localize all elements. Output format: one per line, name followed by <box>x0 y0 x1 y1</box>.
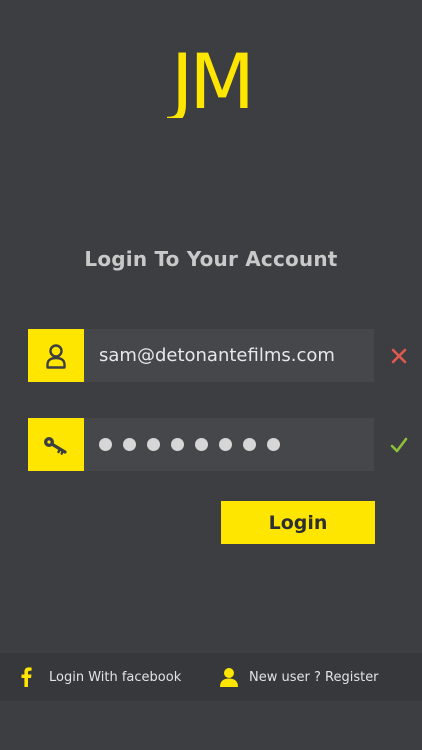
user-icon <box>219 667 239 687</box>
footer-bar: Login With facebook New user ? Register <box>0 653 422 701</box>
jm-logo-mark: JM <box>167 40 255 118</box>
password-mask <box>99 438 280 451</box>
password-input[interactable] <box>84 418 374 471</box>
email-value: sam@detonantefilms.com <box>99 345 335 366</box>
facebook-login-label: Login With facebook <box>49 669 182 685</box>
page-title: Login To Your Account <box>84 247 338 271</box>
app-logo: JM <box>0 40 422 120</box>
facebook-icon <box>16 667 36 687</box>
login-button[interactable]: Login <box>221 501 375 544</box>
svg-text:JM: JM <box>167 40 251 118</box>
register-link[interactable]: New user ? Register <box>219 667 379 687</box>
key-icon <box>28 418 84 471</box>
user-icon <box>28 329 84 382</box>
register-label: New user ? Register <box>249 669 379 685</box>
email-field[interactable]: sam@detonantefilms.com <box>28 329 374 382</box>
email-input[interactable]: sam@detonantefilms.com <box>84 329 374 382</box>
facebook-login-link[interactable]: Login With facebook <box>16 667 181 687</box>
check-icon <box>388 434 410 456</box>
close-icon[interactable] <box>388 345 410 367</box>
password-field[interactable] <box>28 418 374 471</box>
